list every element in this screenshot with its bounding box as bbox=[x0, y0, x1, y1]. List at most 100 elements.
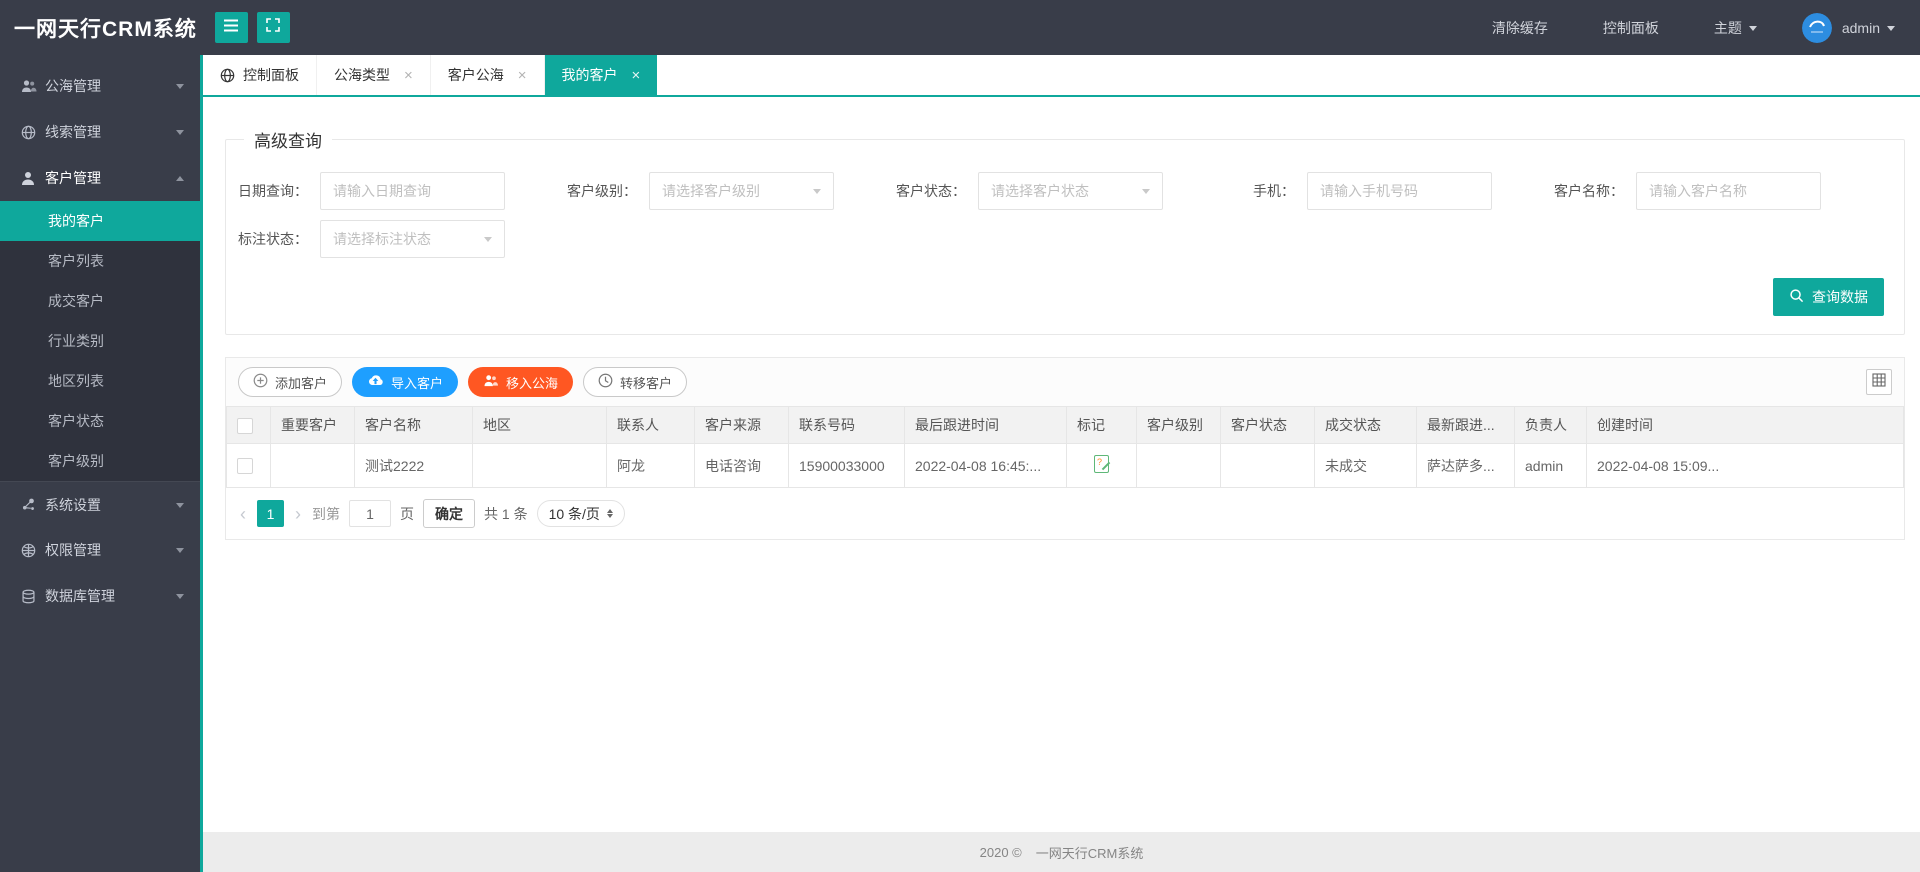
app-logo: 一网天行CRM系统 bbox=[14, 17, 197, 41]
mark-icon[interactable]: ? bbox=[1094, 455, 1111, 473]
control-panel-link[interactable]: 控制面板 bbox=[1603, 18, 1659, 38]
user-dropdown[interactable]: admin bbox=[1842, 20, 1895, 36]
select-all-checkbox[interactable] bbox=[237, 417, 253, 434]
sidebar-item-my-customers[interactable]: 我的客户 bbox=[0, 201, 200, 241]
collapse-menu-button[interactable] bbox=[214, 12, 248, 43]
query-actions: 查询数据 bbox=[228, 278, 1884, 316]
query-data-button[interactable]: 查询数据 bbox=[1773, 278, 1884, 316]
confirm-page-button[interactable]: 确定 bbox=[423, 499, 475, 528]
tab-control-panel[interactable]: 控制面板 bbox=[203, 55, 317, 95]
users-icon bbox=[21, 79, 45, 93]
clear-cache-link[interactable]: 清除缓存 bbox=[1492, 18, 1548, 38]
close-icon[interactable]: × bbox=[632, 67, 641, 84]
sidebar-item-customer-level[interactable]: 客户级别 bbox=[0, 441, 200, 481]
row-checkbox[interactable] bbox=[237, 458, 253, 475]
table-row[interactable]: 测试2222 阿龙 电话咨询 15900033000 2022-04-08 16… bbox=[226, 443, 1904, 488]
table-toolbar: 添加客户 导入客户 移入公海 转移客户 bbox=[226, 358, 1904, 406]
close-icon[interactable]: × bbox=[404, 67, 413, 84]
customer-level-select[interactable]: 请选择客户级别 bbox=[649, 172, 834, 210]
sidebar-item-database-management[interactable]: 数据库管理 bbox=[0, 573, 200, 619]
cell-deal-status: 未成交 bbox=[1314, 443, 1417, 488]
page-content: 高级查询 日期查询： 客户级别： 请选择客户级别 bbox=[203, 97, 1920, 832]
sidebar-item-customer-status[interactable]: 客户状态 bbox=[0, 401, 200, 441]
sidebar: 公海管理 线索管理 客户管理 我的客户 客户列表 成交客户 行业类别 地区列表 … bbox=[0, 55, 200, 872]
tab-customer-sea[interactable]: 客户公海 × bbox=[431, 55, 545, 95]
globe-grid-icon bbox=[21, 543, 45, 558]
page-size-label: 10 条/页 bbox=[548, 505, 600, 522]
button-label: 转移客户 bbox=[620, 375, 673, 391]
import-customer-button[interactable]: 导入客户 bbox=[352, 367, 459, 397]
total-count-label: 共 1 条 bbox=[484, 505, 528, 522]
date-query-input[interactable] bbox=[320, 172, 505, 210]
customer-table-card: 添加客户 导入客户 移入公海 转移客户 重要客户 客户名称 地区 联系人 客户来… bbox=[225, 357, 1905, 540]
chevron-down-icon bbox=[813, 188, 821, 198]
cell-customer-name: 测试2222 bbox=[354, 443, 473, 488]
query-data-label: 查询数据 bbox=[1812, 289, 1868, 305]
globe-icon bbox=[220, 68, 235, 83]
mark-status-select[interactable]: 请选择标注状态 bbox=[320, 220, 505, 258]
cell-region bbox=[472, 443, 607, 488]
page-number-input[interactable] bbox=[349, 500, 391, 527]
tab-label: 控制面板 bbox=[243, 67, 299, 83]
page-size-select[interactable]: 10 条/页 bbox=[536, 500, 625, 527]
tab-label: 公海类型 bbox=[334, 67, 390, 83]
column-settings-button[interactable] bbox=[1866, 369, 1892, 395]
chevron-down-icon bbox=[176, 130, 184, 139]
sidebar-item-label: 线索管理 bbox=[45, 124, 101, 140]
sidebar-item-industry-category[interactable]: 行业类别 bbox=[0, 321, 200, 361]
search-icon bbox=[1789, 288, 1804, 306]
people-icon bbox=[483, 374, 499, 390]
next-page-button[interactable]: › bbox=[293, 505, 303, 523]
chevron-down-icon bbox=[176, 548, 184, 557]
select-placeholder: 请选择标注状态 bbox=[333, 231, 431, 247]
nodes-icon bbox=[21, 497, 45, 512]
current-page-button[interactable]: 1 bbox=[257, 500, 284, 527]
sidebar-item-system-settings[interactable]: 系统设置 bbox=[0, 481, 200, 527]
chevron-down-icon bbox=[1887, 25, 1895, 35]
sidebar-item-region-list[interactable]: 地区列表 bbox=[0, 361, 200, 401]
chevron-up-icon bbox=[176, 172, 184, 181]
tab-bar: 控制面板 公海类型 × 客户公海 × 我的客户 × bbox=[203, 55, 1920, 97]
select-placeholder: 请选择客户状态 bbox=[991, 183, 1089, 199]
mobile-input[interactable] bbox=[1307, 172, 1492, 210]
sidebar-item-customer-list[interactable]: 客户列表 bbox=[0, 241, 200, 281]
mobile-field: 手机： bbox=[1215, 172, 1492, 210]
user-icon bbox=[21, 171, 45, 186]
col-created: 创建时间 bbox=[1586, 406, 1904, 444]
field-label: 客户状态： bbox=[896, 183, 966, 199]
add-customer-button[interactable]: 添加客户 bbox=[238, 367, 343, 397]
cell-important bbox=[270, 443, 355, 488]
tab-sea-type[interactable]: 公海类型 × bbox=[317, 55, 431, 95]
close-icon[interactable]: × bbox=[518, 67, 527, 84]
sidebar-item-lead-management[interactable]: 线索管理 bbox=[0, 109, 200, 155]
move-to-sea-button[interactable]: 移入公海 bbox=[468, 367, 574, 397]
pagination: ‹ 1 › 到第 页 确定 共 1 条 10 条/页 bbox=[226, 488, 1904, 539]
tab-label: 我的客户 bbox=[561, 67, 618, 83]
chevron-down-icon bbox=[1748, 25, 1757, 35]
sidebar-item-sea-management[interactable]: 公海管理 bbox=[0, 63, 200, 109]
transfer-customer-button[interactable]: 转移客户 bbox=[583, 367, 688, 397]
advanced-query-panel: 高级查询 日期查询： 客户级别： 请选择客户级别 bbox=[225, 127, 1905, 335]
button-label: 导入客户 bbox=[391, 375, 444, 391]
sidebar-item-label: 公海管理 bbox=[45, 78, 101, 94]
avatar[interactable] bbox=[1801, 12, 1832, 43]
app-window: 一网天行CRM系统 清除缓存 控制面板 主题 admin 公海管理 线索管理 客… bbox=[0, 0, 1920, 872]
prev-page-button[interactable]: ‹ bbox=[238, 505, 248, 523]
cloud-upload-icon bbox=[367, 374, 384, 390]
fullscreen-button[interactable] bbox=[256, 12, 290, 43]
globe-icon bbox=[21, 125, 45, 140]
sidebar-item-permission-management[interactable]: 权限管理 bbox=[0, 527, 200, 573]
field-label: 客户级别： bbox=[567, 183, 637, 199]
sidebar-item-customer-management[interactable]: 客户管理 bbox=[0, 155, 200, 201]
date-query-field: 日期查询： bbox=[228, 172, 505, 210]
cell-latest-follow: 萨达萨多... bbox=[1416, 443, 1515, 488]
customer-name-input[interactable] bbox=[1636, 172, 1821, 210]
customer-management-submenu: 我的客户 客户列表 成交客户 行业类别 地区列表 客户状态 客户级别 bbox=[0, 201, 200, 481]
tab-my-customers[interactable]: 我的客户 × bbox=[544, 55, 658, 95]
customer-status-select[interactable]: 请选择客户状态 bbox=[978, 172, 1163, 210]
chevron-down-icon bbox=[176, 84, 184, 93]
chevron-down-icon bbox=[1142, 188, 1150, 198]
theme-dropdown[interactable]: 主题 bbox=[1714, 18, 1757, 38]
sidebar-item-deal-customers[interactable]: 成交客户 bbox=[0, 281, 200, 321]
spinner-icon bbox=[606, 506, 613, 521]
